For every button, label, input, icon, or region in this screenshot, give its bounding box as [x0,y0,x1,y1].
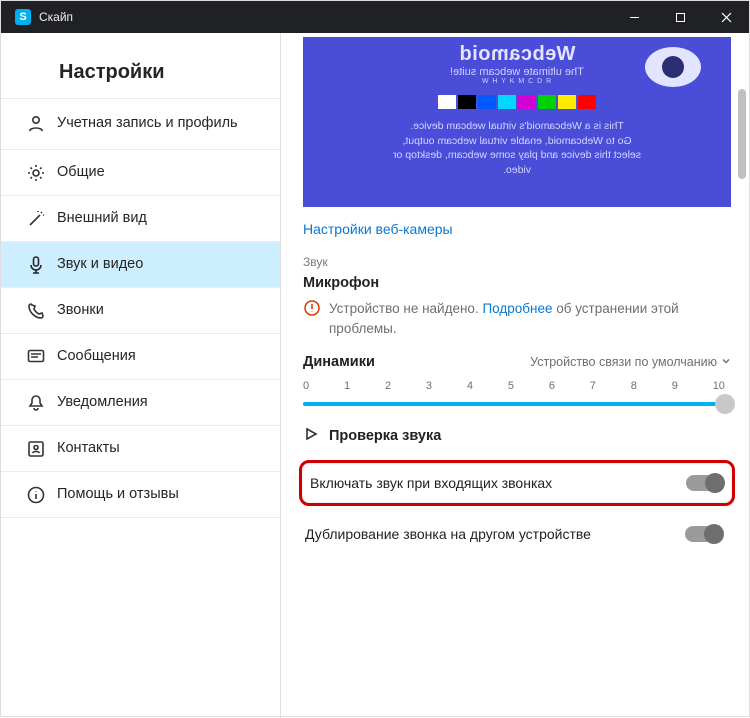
window-title: Скайп [39,10,73,24]
webcam-letters: W H Y K M C D R [482,78,552,85]
ring-other-device-row: Дублирование звонка на другом устройстве [303,512,731,556]
ring-other-device-toggle[interactable] [685,526,723,542]
slider-ticks: 012345678910 [303,380,725,392]
sidebar-item-contacts[interactable]: Контакты [1,426,280,472]
webcam-preview: Webcamoid The ultimate webcam suite! W H… [303,37,731,207]
play-icon [303,426,319,446]
speakers-volume-slider[interactable]: 012345678910 [303,380,731,406]
person-icon [25,113,47,135]
bell-icon [25,392,47,414]
settings-heading: Настройки [1,61,280,98]
wand-icon [25,208,47,230]
settings-content: Webcamoid The ultimate webcam suite! W H… [281,33,749,718]
incoming-call-sound-row: Включать звук при входящих звонках [299,460,735,506]
close-button[interactable] [703,1,749,33]
sidebar-item-label: Звонки [57,302,104,319]
sidebar-item-label: Контакты [57,440,120,457]
sidebar-item-account[interactable]: Учетная запись и профиль [1,98,280,150]
sidebar-item-label: Звук и видео [57,256,143,273]
mic-warning-prefix: Устройство не найдено. [329,301,482,316]
webcam-settings-link[interactable]: Настройки веб-камеры [303,221,453,237]
speakers-device-label: Устройство связи по умолчанию [530,355,717,369]
chat-icon [25,346,47,368]
sidebar-item-label: Сообщения [57,348,136,365]
microphone-title: Микрофон [303,275,731,291]
sidebar-item-calls[interactable]: Звонки [1,288,280,334]
gear-icon [25,162,47,184]
speakers-device-select[interactable]: Устройство связи по умолчанию [530,355,731,369]
window-controls [611,1,749,33]
slider-thumb[interactable] [715,394,735,414]
scrollbar-thumb[interactable] [738,89,746,179]
webcam-eye-icon [645,47,701,87]
sidebar-item-appearance[interactable]: Внешний вид [1,196,280,242]
sidebar-item-audio-video[interactable]: Звук и видео [1,242,280,288]
speakers-title: Динамики [303,354,375,370]
test-sound-button[interactable]: Проверка звука [303,426,731,446]
mic-warning: Устройство не найдено. Подробнее об устр… [303,299,731,338]
sidebar-item-messages[interactable]: Сообщения [1,334,280,380]
maximize-button[interactable] [657,1,703,33]
webcam-swatches [438,95,596,109]
titlebar: S Скайп [1,1,749,33]
slider-fill [303,402,718,406]
webcam-subtitle: The ultimate webcam suite! [450,66,584,78]
test-sound-label: Проверка звука [329,428,441,444]
webcam-body-text: This is a Webcamoid's virtual webcam dev… [393,119,641,178]
scrollbar[interactable] [737,33,747,718]
incoming-call-sound-toggle[interactable] [686,475,724,491]
sidebar-item-label: Учетная запись и профиль [57,115,238,132]
mic-warning-link[interactable]: Подробнее [482,301,552,316]
sound-section-label: Звук [303,255,731,269]
sidebar-item-general[interactable]: Общие [1,150,280,196]
sidebar-item-label: Внешний вид [57,210,147,227]
incoming-call-sound-label: Включать звук при входящих звонках [310,475,552,491]
info-icon [25,484,47,506]
chevron-down-icon [721,355,731,369]
contacts-icon [25,438,47,460]
mic-warning-text: Устройство не найдено. Подробнее об устр… [329,299,731,338]
sidebar-item-label: Уведомления [57,394,148,411]
minimize-button[interactable] [611,1,657,33]
phone-icon [25,300,47,322]
settings-sidebar: Настройки Учетная запись и профиль Общие… [1,33,281,718]
sidebar-item-notifications[interactable]: Уведомления [1,380,280,426]
skype-icon: S [15,9,31,25]
ring-other-device-label: Дублирование звонка на другом устройстве [305,526,591,542]
microphone-icon [25,254,47,276]
sidebar-item-label: Общие [57,164,105,181]
sidebar-item-help[interactable]: Помощь и отзывы [1,472,280,518]
warning-icon [303,299,321,323]
webcam-logo: Webcamoid [459,43,575,66]
sidebar-item-label: Помощь и отзывы [57,486,179,503]
slider-track [303,402,731,406]
